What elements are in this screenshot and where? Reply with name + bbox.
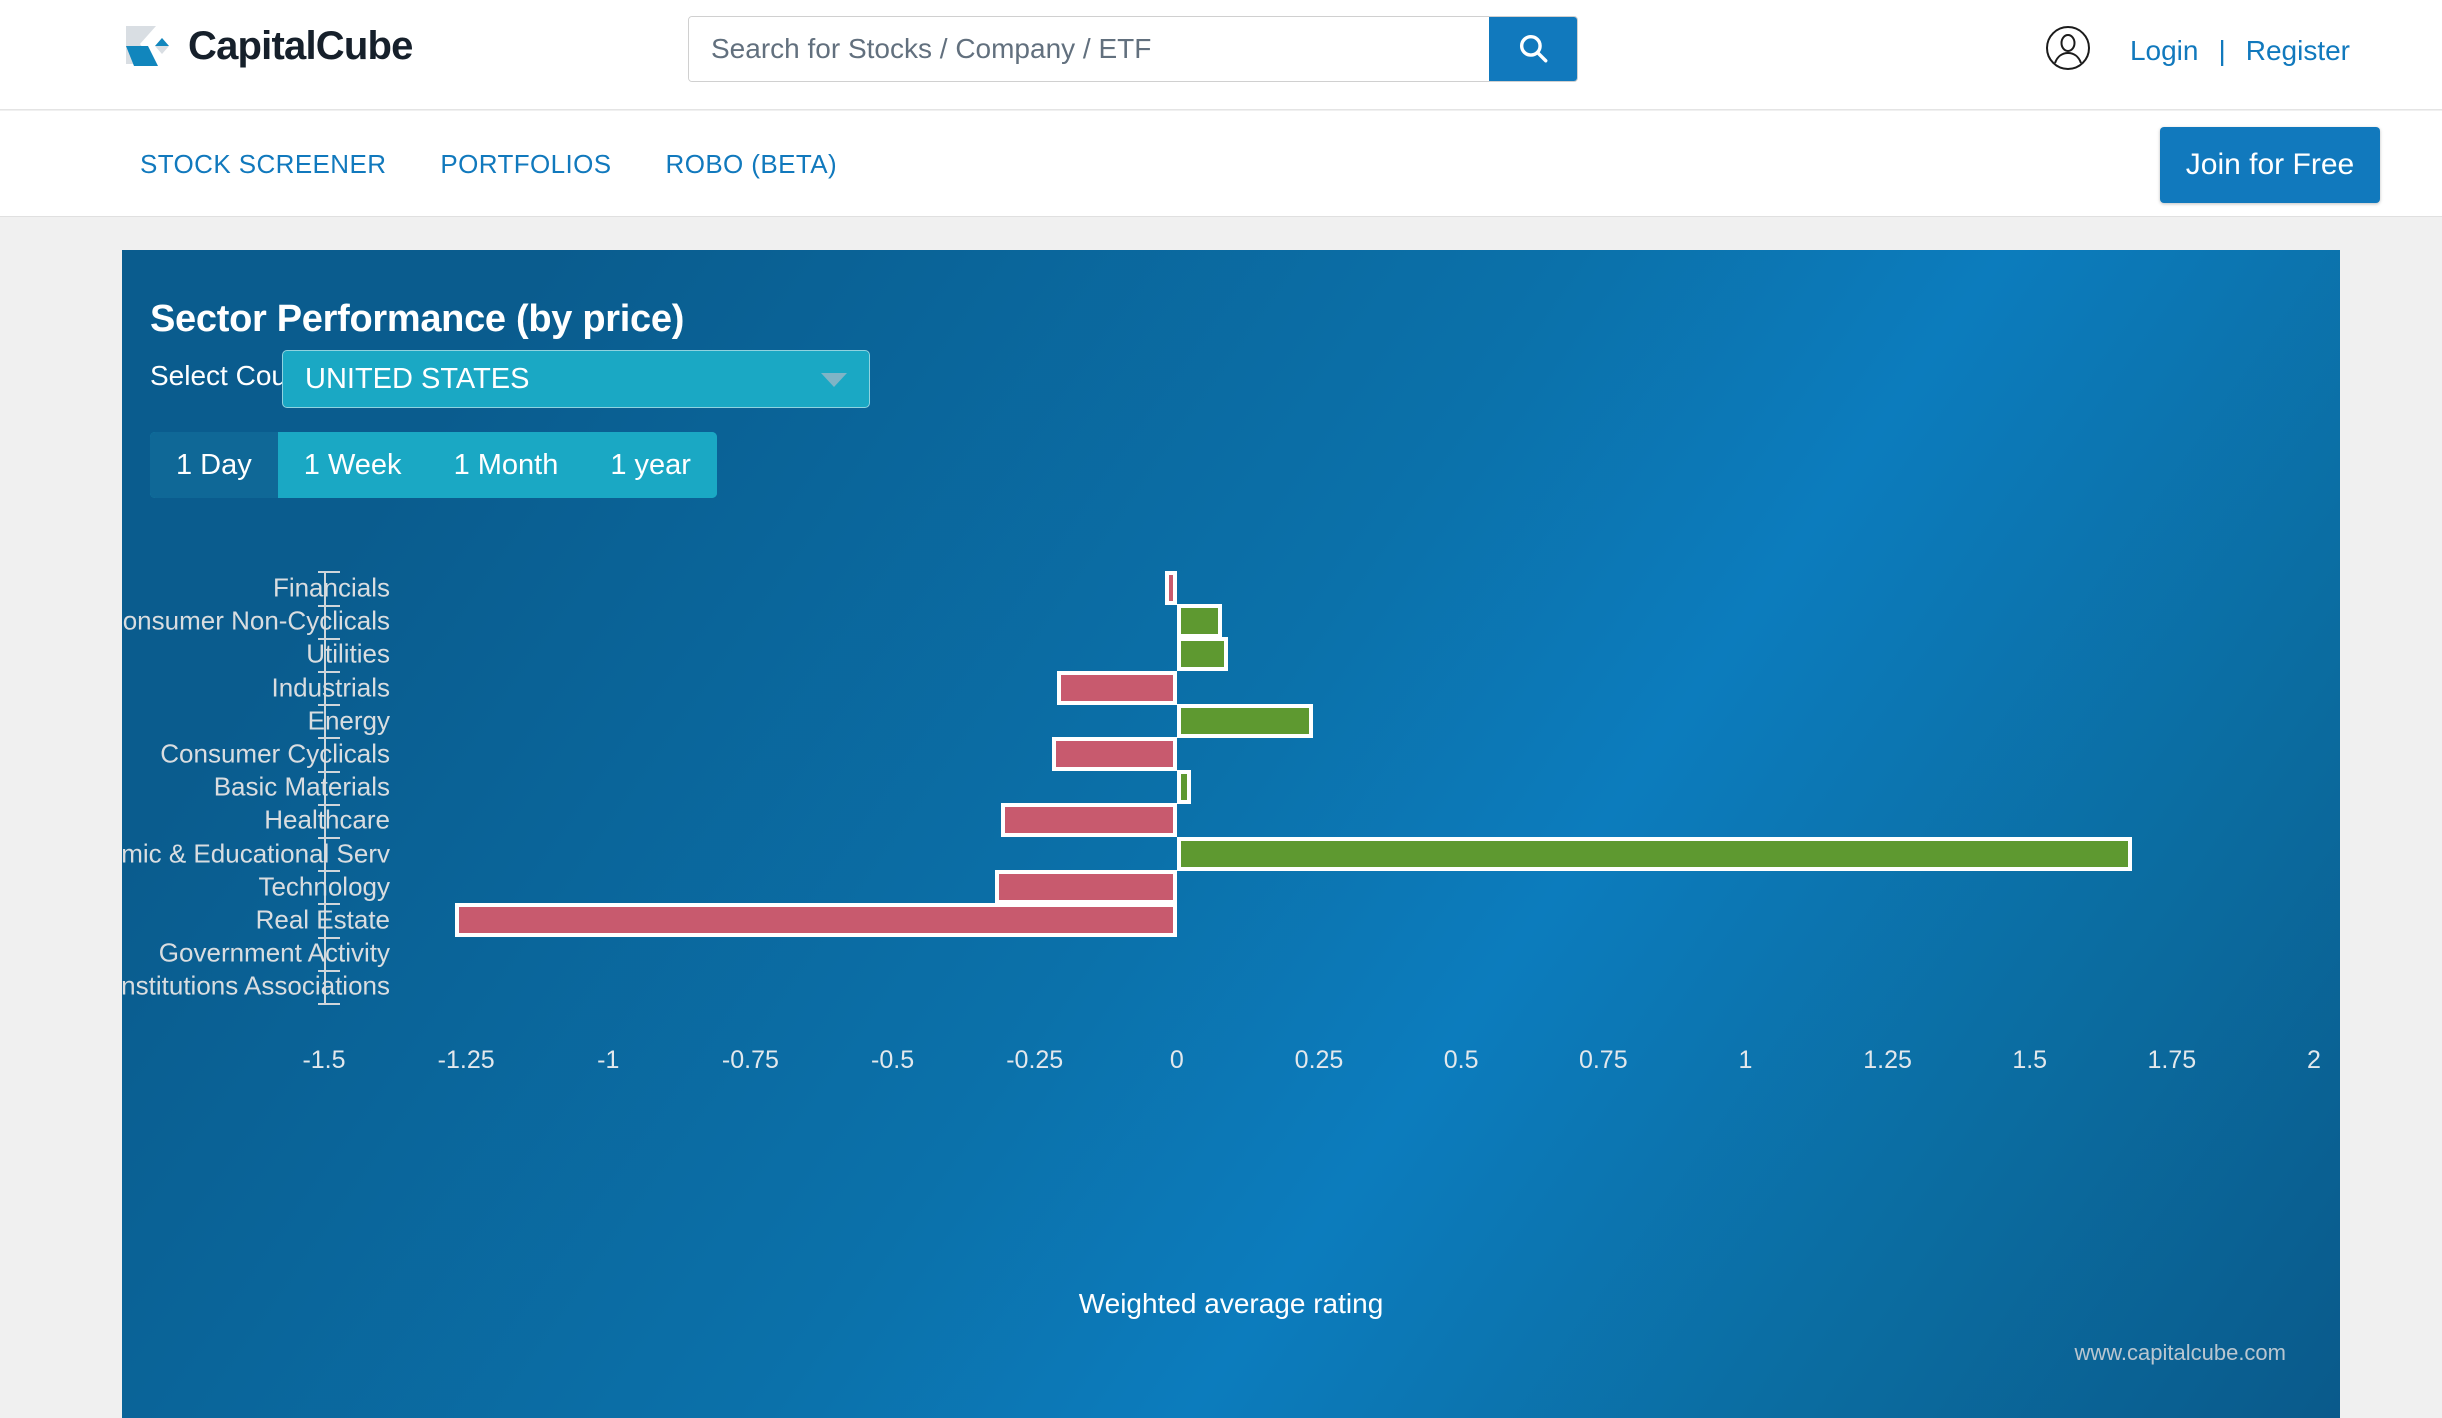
chart-bar[interactable] bbox=[454, 903, 1177, 937]
y-axis-tick-mark bbox=[318, 737, 340, 740]
search-button[interactable] bbox=[1489, 17, 1577, 81]
y-axis-tick-mark bbox=[318, 671, 340, 673]
x-axis-tick-label: -0.75 bbox=[721, 1045, 779, 1074]
y-axis-tick-mark bbox=[318, 803, 340, 806]
x-axis-tick-label: -1.5 bbox=[302, 1045, 346, 1074]
y-axis-tick-mark bbox=[318, 936, 340, 939]
period-tabs: 1 Day 1 Week 1 Month 1 year bbox=[150, 432, 717, 498]
search-input[interactable] bbox=[689, 17, 1489, 81]
y-axis-tick-label: Healthcare bbox=[264, 804, 390, 835]
y-axis-tick-label: Utilities bbox=[306, 638, 390, 669]
y-axis-tick-label: Government Activity bbox=[158, 937, 390, 968]
y-axis-tick-mark bbox=[318, 704, 340, 707]
x-axis-tick-label: 1.25 bbox=[1863, 1045, 1912, 1074]
chart-bar[interactable] bbox=[1165, 571, 1177, 605]
country-select[interactable]: UNITED STATES bbox=[282, 350, 870, 408]
y-axis-tick-label: Consumer Non-Cyclicals bbox=[122, 605, 390, 636]
y-axis-tick-label: Basic Materials bbox=[213, 771, 390, 802]
brand-name: CapitalCube bbox=[188, 23, 413, 68]
x-axis-tick-label: -1 bbox=[597, 1045, 620, 1074]
account-area: Login | Register bbox=[2044, 24, 2350, 77]
nav-item-portfolios[interactable]: PORTFOLIOS bbox=[440, 149, 611, 180]
y-axis-tick-mark bbox=[318, 571, 340, 574]
watermark: www.capitalcube.com bbox=[2074, 1340, 2286, 1365]
x-axis-tick-label: -0.5 bbox=[871, 1045, 915, 1074]
x-axis-tick-label: 1.5 bbox=[2012, 1045, 2048, 1074]
x-axis-tick-label: 2 bbox=[2307, 1045, 2321, 1074]
y-axis-tick-label: Academic & Educational Serv bbox=[122, 838, 390, 869]
page-title: Sector Performance (by price) bbox=[150, 298, 685, 340]
nav-items: STOCK SCREENER PORTFOLIOS ROBO (BETA) bbox=[140, 111, 837, 217]
y-axis-tick-label: Consumer Cyclicals bbox=[160, 738, 390, 769]
y-axis-tick-mark bbox=[318, 969, 340, 972]
y-axis-tick-label: Real Estate bbox=[255, 904, 390, 935]
chart-bar[interactable] bbox=[1176, 604, 1223, 639]
x-axis-tick-label: 0.5 bbox=[1443, 1045, 1479, 1074]
x-axis-tick-label: 0.25 bbox=[1294, 1045, 1344, 1074]
x-axis-tick-label: 1.75 bbox=[2147, 1045, 2197, 1074]
y-axis-tick-mark bbox=[318, 637, 340, 640]
y-axis-tick-label: Energy bbox=[307, 705, 390, 736]
tab-1-year[interactable]: 1 year bbox=[584, 432, 717, 498]
register-link[interactable]: Register bbox=[2246, 35, 2350, 67]
chart-bar[interactable] bbox=[1176, 836, 2133, 871]
x-axis-tick-label: -1.25 bbox=[437, 1045, 495, 1074]
site-header: CapitalCube Login | Register bbox=[0, 0, 2442, 110]
user-avatar-icon[interactable] bbox=[2044, 24, 2092, 77]
y-axis-tick-label: Technology bbox=[258, 871, 390, 902]
search-bar[interactable] bbox=[688, 16, 1578, 82]
y-axis-tick-label: Industrials bbox=[271, 672, 391, 703]
nav-item-robo-beta[interactable]: ROBO (BETA) bbox=[666, 149, 837, 180]
sector-performance-panel: Sector Performance (by price) Select Cou… bbox=[122, 250, 2340, 1418]
y-axis-tick-label: Institutions Associations bbox=[122, 970, 390, 1001]
chart-bar[interactable] bbox=[994, 869, 1177, 904]
main-navbar: STOCK SCREENER PORTFOLIOS ROBO (BETA) Jo… bbox=[0, 111, 2442, 217]
account-separator: | bbox=[2218, 34, 2226, 66]
chart-bar[interactable] bbox=[1176, 637, 1228, 672]
y-axis-tick-mark bbox=[318, 604, 340, 607]
sector-performance-chart: Financials Consumer Non-Cyclicals Utilitie… bbox=[122, 550, 2340, 1250]
join-for-free-button[interactable]: Join for Free bbox=[2160, 127, 2380, 203]
nav-item-stock-screener[interactable]: STOCK SCREENER bbox=[140, 149, 386, 180]
tab-1-week[interactable]: 1 Week bbox=[277, 432, 428, 498]
search-icon bbox=[1516, 31, 1550, 68]
chart-bar[interactable] bbox=[1176, 703, 1314, 738]
y-axis-tick-mark bbox=[318, 837, 340, 839]
x-axis-tick-label: -0.25 bbox=[1006, 1045, 1064, 1074]
x-axis-tick-label: 0 bbox=[1169, 1045, 1184, 1074]
y-axis-tick-mark bbox=[318, 1003, 340, 1005]
country-select-value: UNITED STATES bbox=[305, 362, 530, 395]
chevron-down-icon bbox=[821, 373, 847, 387]
chart-bar[interactable] bbox=[1051, 737, 1177, 771]
y-axis-tick-mark bbox=[318, 870, 340, 873]
y-axis-tick-label: Financials bbox=[272, 572, 390, 603]
y-axis-tick-mark bbox=[318, 903, 340, 906]
login-link[interactable]: Login bbox=[2130, 35, 2199, 67]
x-axis-tick-label: 0.75 bbox=[1578, 1045, 1628, 1074]
x-axis-tick-label: 1 bbox=[1738, 1045, 1753, 1074]
chart-bar[interactable] bbox=[1057, 670, 1177, 705]
x-axis-title: Weighted average rating bbox=[1078, 1288, 1384, 1319]
chart-bar[interactable] bbox=[1000, 803, 1177, 838]
y-axis-tick-mark bbox=[318, 770, 340, 773]
brand-logo[interactable]: CapitalCube bbox=[122, 20, 413, 72]
tab-1-day[interactable]: 1 Day bbox=[150, 432, 278, 498]
tab-1-month[interactable]: 1 Month bbox=[427, 432, 585, 498]
chart-bar[interactable] bbox=[1176, 770, 1192, 805]
capitalcube-logo-icon bbox=[122, 20, 174, 72]
